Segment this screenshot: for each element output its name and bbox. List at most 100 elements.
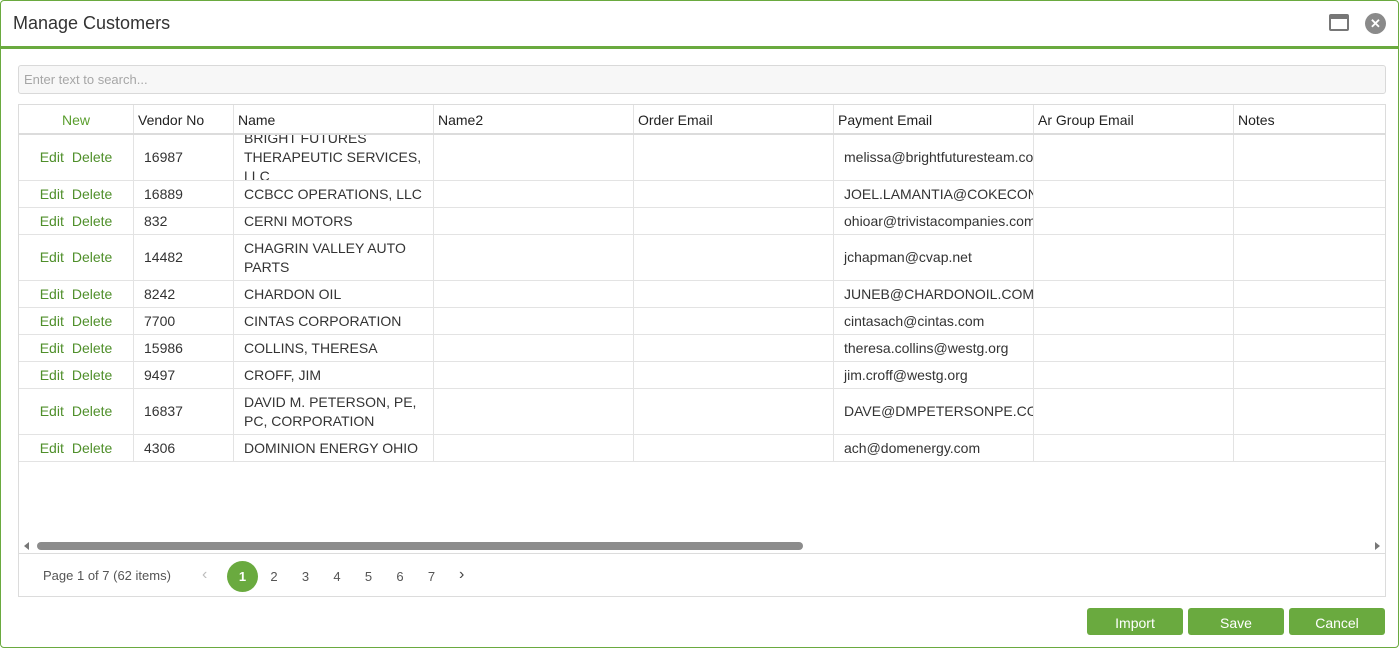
import-button[interactable]: Import xyxy=(1087,608,1183,635)
cell-order-email xyxy=(634,235,834,280)
column-header-vendor-no[interactable]: Vendor No xyxy=(134,105,234,133)
cell-name: CROFF, JIM xyxy=(234,362,434,388)
cell-payment-email: theresa.collins@westg.org xyxy=(834,335,1034,361)
cell-ar-group-email xyxy=(1034,235,1234,280)
scroll-left-icon[interactable] xyxy=(24,542,29,550)
cell-payment-email: jchapman@cvap.net xyxy=(834,235,1034,280)
cell-order-email xyxy=(634,362,834,388)
cell-name2 xyxy=(434,281,634,307)
page-button-5[interactable]: 5 xyxy=(353,561,384,592)
row-actions: Edit Delete xyxy=(19,389,134,434)
delete-link[interactable]: Delete xyxy=(72,366,112,385)
cell-ar-group-email xyxy=(1034,135,1234,180)
cell-ar-group-email xyxy=(1034,281,1234,307)
table-row: Edit Delete 4306 DOMINION ENERGY OHIO ach@do… xyxy=(19,435,1385,462)
cell-notes xyxy=(1234,235,1385,280)
cell-notes xyxy=(1234,389,1385,434)
edit-link[interactable]: Edit xyxy=(40,402,64,421)
row-actions: Edit Delete xyxy=(19,208,134,234)
column-header-name[interactable]: Name xyxy=(234,105,434,133)
scrollbar-thumb[interactable] xyxy=(37,542,803,550)
window-maximize-icon[interactable] xyxy=(1329,14,1349,31)
delete-link[interactable]: Delete xyxy=(72,248,112,267)
search-input[interactable] xyxy=(18,65,1386,94)
row-actions: Edit Delete xyxy=(19,281,134,307)
save-button[interactable]: Save xyxy=(1188,608,1284,635)
page-button-1[interactable]: 1 xyxy=(227,561,258,592)
page-button-6[interactable]: 6 xyxy=(385,561,416,592)
column-header-name2[interactable]: Name2 xyxy=(434,105,634,133)
edit-link[interactable]: Edit xyxy=(40,366,64,385)
table-row: Edit Delete 16889 CCBCC OPERATIONS, LLC JOEL… xyxy=(19,181,1385,208)
page-button-7[interactable]: 7 xyxy=(416,561,447,592)
table-row: Edit Delete 7700 CINTAS CORPORATION cintasac… xyxy=(19,308,1385,335)
row-actions: Edit Delete xyxy=(19,362,134,388)
cell-order-email xyxy=(634,208,834,234)
edit-link[interactable]: Edit xyxy=(40,148,64,167)
cell-payment-email: JOEL.LAMANTIA@COKECONSOLIDATED.COM xyxy=(834,181,1034,207)
cell-ar-group-email xyxy=(1034,362,1234,388)
column-header-notes[interactable]: Notes xyxy=(1234,105,1385,133)
cell-vendor-no: 4306 xyxy=(134,435,234,461)
row-actions: Edit Delete xyxy=(19,335,134,361)
close-icon[interactable]: ✕ xyxy=(1365,13,1386,34)
grid-body: Edit Delete 16987 BRIGHT FUTURES THERAPEUTI… xyxy=(19,135,1385,462)
column-header-order-email[interactable]: Order Email xyxy=(634,105,834,133)
edit-link[interactable]: Edit xyxy=(40,185,64,204)
delete-link[interactable]: Delete xyxy=(72,185,112,204)
page-button-2[interactable]: 2 xyxy=(259,561,290,592)
edit-link[interactable]: Edit xyxy=(40,248,64,267)
cell-name: DAVID M. PETERSON, PE, PC, CORPORATION xyxy=(234,389,434,434)
scroll-right-icon[interactable] xyxy=(1375,542,1380,550)
delete-link[interactable]: Delete xyxy=(72,439,112,458)
horizontal-scrollbar[interactable] xyxy=(19,539,1385,553)
cell-name2 xyxy=(434,389,634,434)
cell-name2 xyxy=(434,308,634,334)
row-actions: Edit Delete xyxy=(19,235,134,280)
pager: Page 1 of 7 (62 items) ‹ 1234567 › xyxy=(19,553,1385,596)
delete-link[interactable]: Delete xyxy=(72,312,112,331)
cancel-button[interactable]: Cancel xyxy=(1289,608,1385,635)
cell-vendor-no: 15986 xyxy=(134,335,234,361)
chevron-right-icon[interactable]: › xyxy=(459,566,464,584)
chevron-left-icon[interactable]: ‹ xyxy=(202,566,207,584)
cell-payment-email: ach@domenergy.com xyxy=(834,435,1034,461)
cell-notes xyxy=(1234,181,1385,207)
cell-vendor-no: 8242 xyxy=(134,281,234,307)
edit-link[interactable]: Edit xyxy=(40,439,64,458)
title-bar: Manage Customers ✕ xyxy=(1,1,1398,49)
cell-name2 xyxy=(434,208,634,234)
cell-name: CINTAS CORPORATION xyxy=(234,308,434,334)
page-button-4[interactable]: 4 xyxy=(322,561,353,592)
cell-ar-group-email xyxy=(1034,181,1234,207)
column-header-payment-email[interactable]: Payment Email xyxy=(834,105,1034,133)
cell-payment-email: jim.croff@westg.org xyxy=(834,362,1034,388)
page-button-3[interactable]: 3 xyxy=(290,561,321,592)
edit-link[interactable]: Edit xyxy=(40,312,64,331)
cell-notes xyxy=(1234,281,1385,307)
column-header-ar-group-email[interactable]: Ar Group Email xyxy=(1034,105,1234,133)
edit-link[interactable]: Edit xyxy=(40,212,64,231)
cell-name: BRIGHT FUTURES THERAPEUTIC SERVICES, LLC xyxy=(234,135,434,180)
table-row: Edit Delete 14482 CHAGRIN VALLEY AUTO PARTS… xyxy=(19,235,1385,281)
manage-customers-dialog: Manage Customers ✕ NewVendor NoNameName2… xyxy=(0,0,1399,648)
table-row: Edit Delete 9497 CROFF, JIM jim.croff@westg.… xyxy=(19,362,1385,389)
cell-vendor-no: 14482 xyxy=(134,235,234,280)
delete-link[interactable]: Delete xyxy=(72,339,112,358)
delete-link[interactable]: Delete xyxy=(72,148,112,167)
new-button[interactable]: New xyxy=(19,105,134,133)
cell-order-email xyxy=(634,308,834,334)
dialog-title: Manage Customers xyxy=(13,13,171,33)
table-row: Edit Delete 15986 COLLINS, THERESA theresa.c… xyxy=(19,335,1385,362)
edit-link[interactable]: Edit xyxy=(40,285,64,304)
cell-vendor-no: 16837 xyxy=(134,389,234,434)
delete-link[interactable]: Delete xyxy=(72,402,112,421)
row-actions: Edit Delete xyxy=(19,435,134,461)
delete-link[interactable]: Delete xyxy=(72,285,112,304)
cell-name2 xyxy=(434,335,634,361)
edit-link[interactable]: Edit xyxy=(40,339,64,358)
cell-notes xyxy=(1234,435,1385,461)
table-row: Edit Delete 16837 DAVID M. PETERSON, PE, PC… xyxy=(19,389,1385,435)
delete-link[interactable]: Delete xyxy=(72,212,112,231)
cell-vendor-no: 16889 xyxy=(134,181,234,207)
